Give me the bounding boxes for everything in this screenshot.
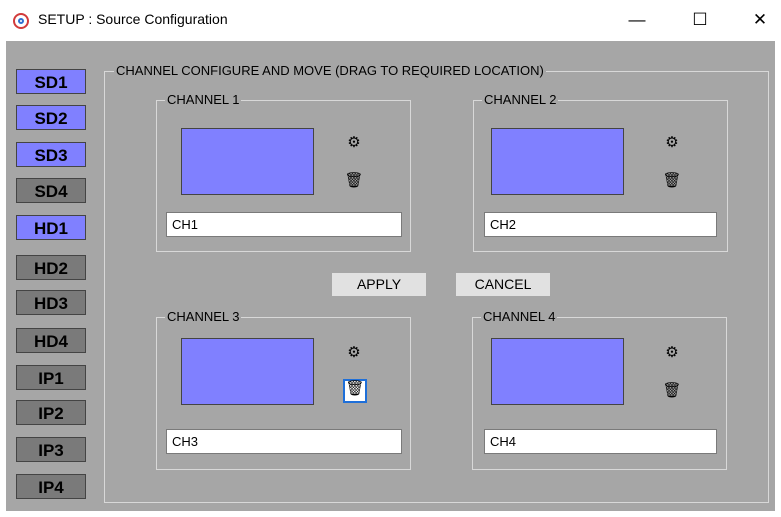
source-button-sd2[interactable]: SD2 (16, 105, 86, 130)
client-area: SD1 SD2 SD3 SD4 HD1 HD2 HD3 HD4 IP1 IP2 … (6, 41, 775, 511)
source-button-ip4[interactable]: IP4 (16, 474, 86, 499)
channel-3-title: CHANNEL 3 (165, 309, 242, 325)
channel-2-title: CHANNEL 2 (482, 92, 559, 108)
channel-4-preview[interactable] (491, 338, 624, 405)
source-button-hd3[interactable]: HD3 (16, 290, 86, 315)
minimize-button[interactable]: — (617, 8, 657, 32)
trash-icon[interactable]: 🗑 (343, 379, 367, 403)
channel-1-name-field[interactable]: CH1 (166, 212, 402, 237)
window-title: SETUP : Source Configuration (38, 11, 228, 27)
channel-3-group[interactable]: CHANNEL 3 ⚙ 🗑 CH3 (156, 309, 411, 470)
channel-1-preview[interactable] (181, 128, 314, 195)
trash-icon[interactable]: 🗑 (662, 381, 682, 401)
cancel-button[interactable]: CANCEL (456, 273, 550, 296)
app-icon (13, 13, 29, 29)
settings-icon[interactable]: ⚙ (344, 133, 364, 153)
source-button-hd1[interactable]: HD1 (16, 215, 86, 240)
channel-1-title: CHANNEL 1 (165, 92, 242, 108)
source-button-ip1[interactable]: IP1 (16, 365, 86, 390)
trash-icon[interactable]: 🗑 (344, 171, 364, 191)
trash-icon[interactable]: 🗑 (662, 171, 682, 191)
source-button-ip3[interactable]: IP3 (16, 437, 86, 462)
source-button-ip2[interactable]: IP2 (16, 400, 86, 425)
maximize-button[interactable]: ☐ (680, 8, 720, 32)
channel-2-group[interactable]: CHANNEL 2 ⚙ 🗑 CH2 (473, 92, 728, 252)
source-button-hd4[interactable]: HD4 (16, 328, 86, 353)
channel-3-preview[interactable] (181, 338, 314, 405)
channel-4-title: CHANNEL 4 (481, 309, 558, 325)
source-button-sd3[interactable]: SD3 (16, 142, 86, 167)
channel-4-group[interactable]: CHANNEL 4 ⚙ 🗑 CH4 (472, 309, 727, 470)
settings-icon[interactable]: ⚙ (344, 343, 364, 363)
channel-configure-title: CHANNEL CONFIGURE AND MOVE (DRAG TO REQU… (114, 63, 546, 79)
channel-3-name-field[interactable]: CH3 (166, 429, 402, 454)
settings-icon[interactable]: ⚙ (662, 343, 682, 363)
apply-button[interactable]: APPLY (332, 273, 426, 296)
channel-1-group[interactable]: CHANNEL 1 ⚙ 🗑 CH1 (156, 92, 411, 252)
close-button[interactable]: ✕ (740, 8, 780, 32)
source-button-sd4[interactable]: SD4 (16, 178, 86, 203)
channel-2-preview[interactable] (491, 128, 624, 195)
title-bar: SETUP : Source Configuration — ☐ ✕ (0, 0, 781, 40)
channel-2-name-field[interactable]: CH2 (484, 212, 717, 237)
source-button-hd2[interactable]: HD2 (16, 255, 86, 280)
settings-icon[interactable]: ⚙ (662, 133, 682, 153)
channel-4-name-field[interactable]: CH4 (484, 429, 717, 454)
source-button-sd1[interactable]: SD1 (16, 69, 86, 94)
